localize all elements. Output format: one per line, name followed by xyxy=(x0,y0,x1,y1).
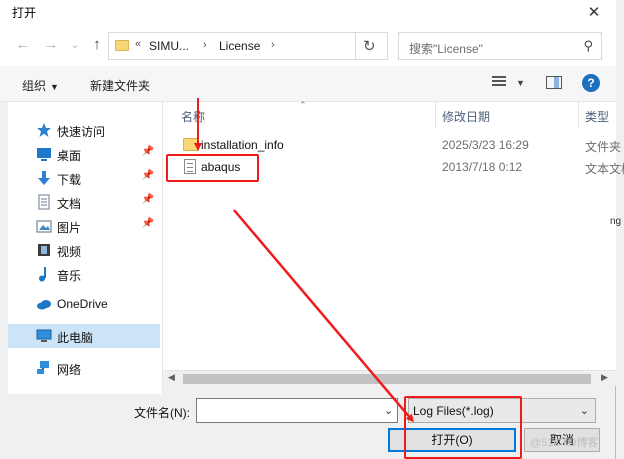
organize-label: 组织 xyxy=(22,79,47,93)
file-row-abaqus[interactable]: abaqus 2013/7/18 0:12 文本文档 xyxy=(163,156,624,178)
title-bar: 打开 ✕ xyxy=(0,0,616,26)
forward-arrow-icon[interactable]: → xyxy=(42,36,60,53)
file-list: ⌃ 名称 修改日期 类型 installation_info 2025/3/23… xyxy=(163,100,624,370)
watermark: @51CTO博客 xyxy=(530,437,599,449)
help-icon[interactable]: ? xyxy=(582,74,600,92)
up-arrow-icon[interactable]: ↑ xyxy=(88,36,106,53)
breadcrumb-overflow[interactable]: « xyxy=(135,38,141,50)
view-options-icon[interactable] xyxy=(492,76,506,90)
navigation-bar: ← → ⌄ ↑ « SIMU... › License › ↻ 搜索"Licen… xyxy=(0,26,616,66)
download-icon xyxy=(38,171,50,185)
chevron-down-icon: ⌄ xyxy=(579,405,589,417)
pin-icon[interactable]: 📌 xyxy=(142,146,154,157)
pc-icon xyxy=(36,329,52,342)
scrollbar-thumb[interactable] xyxy=(183,374,591,384)
sidebar-item-label: 视频 xyxy=(57,245,82,259)
sidebar-item-label: 此电脑 xyxy=(57,331,94,345)
search-icon[interactable]: ⚲ xyxy=(583,38,593,54)
sidebar-item-pictures[interactable]: 图片 📌 xyxy=(8,214,160,238)
background-text-fragment: ng xyxy=(610,216,622,227)
sidebar-item-label: 音乐 xyxy=(57,269,82,283)
chevron-down-icon: ▼ xyxy=(50,82,59,92)
documents-icon xyxy=(38,194,50,210)
sidebar-item-label: 文档 xyxy=(57,197,82,211)
sidebar-item-onedrive[interactable]: OneDrive xyxy=(8,292,160,316)
column-header-type[interactable]: 类型 xyxy=(585,108,609,125)
column-separator[interactable] xyxy=(578,102,579,128)
search-placeholder: 搜索"License" xyxy=(409,42,483,56)
address-bar[interactable]: « SIMU... › License › ↻ xyxy=(108,32,388,60)
pin-icon[interactable]: 📌 xyxy=(142,194,154,205)
sidebar-item-label: 桌面 xyxy=(57,149,82,163)
column-header-name[interactable]: 名称 xyxy=(181,108,205,125)
column-header-date[interactable]: 修改日期 xyxy=(442,108,490,125)
recent-locations-chevron-icon[interactable]: ⌄ xyxy=(66,40,84,51)
horizontal-scrollbar[interactable]: ◀ ▶ xyxy=(163,370,616,386)
scroll-right-icon[interactable]: ▶ xyxy=(601,372,608,383)
sidebar-item-label: 图片 xyxy=(57,221,82,235)
pin-icon[interactable]: 📌 xyxy=(142,170,154,181)
file-row-installation-info[interactable]: installation_info 2025/3/23 16:29 文件夹 xyxy=(163,134,621,156)
file-name: installation_info xyxy=(201,138,284,152)
scroll-left-icon[interactable]: ◀ xyxy=(168,372,175,383)
desktop-icon xyxy=(37,148,51,161)
breadcrumb-license[interactable]: License xyxy=(219,39,260,53)
file-type: 文本文档 xyxy=(585,162,624,176)
sidebar-item-music[interactable]: 音乐 xyxy=(8,262,160,286)
folder-icon xyxy=(183,138,199,151)
pictures-icon xyxy=(36,220,52,233)
breadcrumb-separator-chevron-icon[interactable]: › xyxy=(271,39,275,51)
sort-ascending-icon: ⌃ xyxy=(299,100,307,110)
network-icon xyxy=(37,361,49,374)
star-icon xyxy=(37,123,51,137)
search-box[interactable]: 搜索"License" ⚲ xyxy=(398,32,602,60)
file-name: abaqus xyxy=(201,160,241,174)
music-icon xyxy=(39,267,46,282)
file-date: 2013/7/18 0:12 xyxy=(442,160,523,174)
breadcrumb-simu[interactable]: SIMU... xyxy=(149,39,189,53)
pin-icon[interactable]: 📌 xyxy=(142,218,154,229)
folder-icon xyxy=(115,40,129,51)
column-separator[interactable] xyxy=(435,102,436,128)
sidebar-item-label: OneDrive xyxy=(57,297,108,311)
cloud-icon xyxy=(37,300,51,310)
sidebar-item-quick-access[interactable]: 快速访问 xyxy=(8,118,160,142)
back-arrow-icon[interactable]: ← xyxy=(14,36,32,53)
sidebar-item-network[interactable]: 网络 xyxy=(8,356,160,380)
file-type-filter-select[interactable]: Log Files(*.log) ⌄ xyxy=(408,398,596,423)
organize-button[interactable]: 组织 ▼ xyxy=(22,77,59,94)
sidebar-item-this-pc[interactable]: 此电脑 xyxy=(8,324,160,348)
filename-input[interactable] xyxy=(196,398,398,423)
sidebar-item-label: 下载 xyxy=(57,173,82,187)
close-icon[interactable]: ✕ xyxy=(580,2,608,24)
sidebar-item-documents[interactable]: 文档 📌 xyxy=(8,190,160,214)
sidebar-item-label: 快速访问 xyxy=(57,125,106,139)
open-file-dialog: 打开 ✕ ← → ⌄ ↑ « SIMU... › License › ↻ 搜索"… xyxy=(0,0,624,459)
filename-label: 文件名(N): xyxy=(134,406,190,420)
file-date: 2025/3/23 16:29 xyxy=(442,138,529,152)
sidebar-item-downloads[interactable]: 下载 📌 xyxy=(8,166,160,190)
command-toolbar: 组织 ▼ 新建文件夹 ▼ ? xyxy=(0,66,616,102)
breadcrumb-separator-chevron-icon[interactable]: › xyxy=(203,39,207,51)
file-type-filter-value: Log Files(*.log) xyxy=(413,404,494,418)
navigation-pane: 快速访问 桌面 📌 下载 📌 文档 📌 图片 📌 视频 音乐 OneDrive … xyxy=(8,102,162,394)
chevron-down-icon[interactable]: ▼ xyxy=(516,78,525,88)
sidebar-item-desktop[interactable]: 桌面 📌 xyxy=(8,142,160,166)
file-type: 文件夹 xyxy=(585,140,622,154)
preview-pane-icon[interactable] xyxy=(546,76,562,89)
sidebar-item-label: 网络 xyxy=(57,363,82,377)
sidebar-item-videos[interactable]: 视频 xyxy=(8,238,160,262)
chevron-down-icon[interactable]: ⌄ xyxy=(384,404,393,417)
window-title: 打开 xyxy=(12,6,37,20)
open-button[interactable]: 打开(O) xyxy=(388,428,516,452)
address-divider xyxy=(355,33,356,59)
text-file-icon xyxy=(184,159,196,174)
video-icon xyxy=(38,244,50,256)
refresh-icon[interactable]: ↻ xyxy=(363,37,376,55)
new-folder-button[interactable]: 新建文件夹 xyxy=(90,77,150,94)
